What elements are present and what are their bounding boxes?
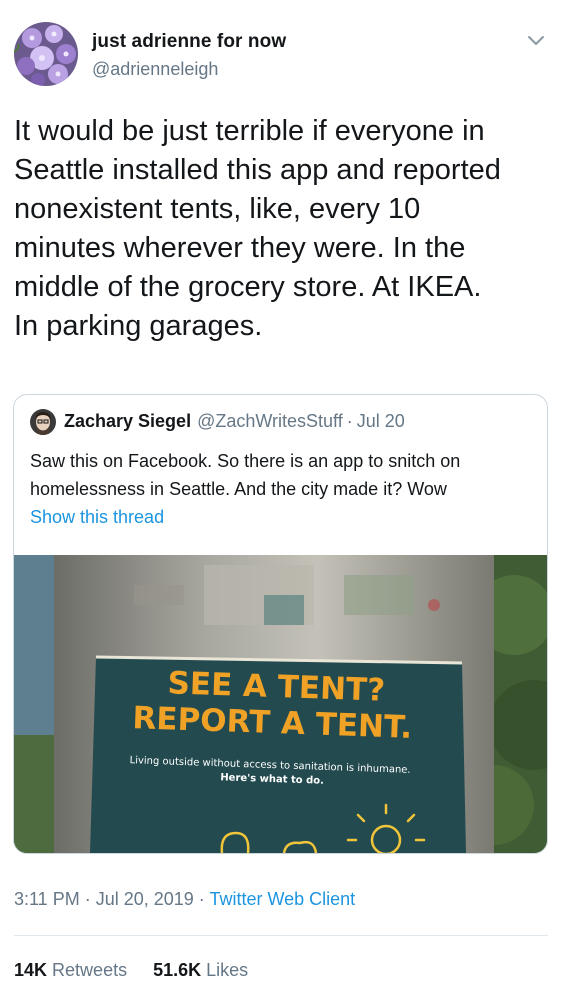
tweet-card: just adrienne for now @adrienneleigh It … <box>0 0 562 1000</box>
author-avatar[interactable] <box>14 22 78 86</box>
divider <box>14 935 548 936</box>
quoted-photo[interactable]: SEE A TENT? REPORT A TENT. Living outsid… <box>14 555 547 853</box>
tweet-timestamp: 3:11 PM · Jul 20, 2019 · Twitter Web Cli… <box>14 889 355 910</box>
retweets-stat[interactable]: 14K Retweets <box>14 960 127 981</box>
likes-count: 51.6K <box>153 960 202 980</box>
tweet-text-line: middle of the grocery store. At IKEA. <box>14 271 482 303</box>
retweets-count: 14K <box>14 960 48 980</box>
tweet-text-line: minutes wherever they were. In the <box>14 232 466 264</box>
chevron-down-icon[interactable] <box>524 28 548 52</box>
quoted-date[interactable]: Jul 20 <box>357 411 405 431</box>
author-name[interactable]: just adrienne for now <box>92 31 286 53</box>
quoted-header: Zachary Siegel @ZachWritesStuff · Jul 20 <box>64 411 405 432</box>
quoted-separator: · <box>346 411 353 431</box>
client-link[interactable]: Twitter Web Client <box>209 889 355 909</box>
author-handle[interactable]: @adrienneleigh <box>92 59 218 80</box>
quoted-text-line: Saw this on Facebook. So there is an app… <box>30 451 461 471</box>
sign-photo-image: SEE A TENT? REPORT A TENT. Living outsid… <box>14 555 547 853</box>
show-thread-link[interactable]: Show this thread <box>30 507 164 528</box>
likes-stat[interactable]: 51.6K Likes <box>153 960 248 981</box>
tweet-text: It would be just terrible if everyone in… <box>14 112 554 346</box>
tweet-text-line: Seattle installed this app and reported <box>14 154 501 186</box>
likes-label: Likes <box>206 960 249 980</box>
quoted-text-line: homelessness in Seattle. And the city ma… <box>30 479 447 499</box>
timestamp-text[interactable]: 3:11 PM · Jul 20, 2019 · <box>14 889 209 909</box>
tweet-text-line: In parking garages. <box>14 310 263 342</box>
quoted-author-handle[interactable]: @ZachWritesStuff <box>197 411 343 431</box>
flower-avatar-image <box>14 22 78 86</box>
quoted-author-name[interactable]: Zachary Siegel <box>64 411 191 431</box>
tweet-text-line: It would be just terrible if everyone in <box>14 115 485 147</box>
tweet-text-line: nonexistent tents, like, every 10 <box>14 193 421 225</box>
quoted-text: Saw this on Facebook. So there is an app… <box>30 447 535 503</box>
tweet-stats: 14K Retweets 51.6K Likes <box>14 960 248 981</box>
retweets-label: Retweets <box>52 960 128 980</box>
quoted-author-avatar[interactable] <box>30 409 56 435</box>
person-avatar-image <box>30 409 56 435</box>
quoted-tweet[interactable]: Zachary Siegel @ZachWritesStuff · Jul 20 Sa… <box>13 394 548 854</box>
